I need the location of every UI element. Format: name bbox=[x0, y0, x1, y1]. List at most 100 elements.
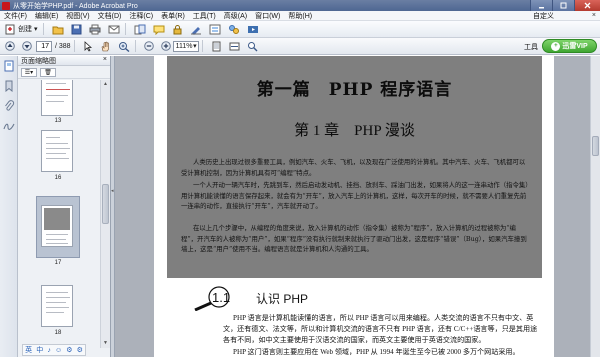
zoom-out-button[interactable] bbox=[142, 40, 156, 53]
forms-button[interactable] bbox=[207, 23, 223, 36]
page-thumbnails-tab[interactable] bbox=[2, 59, 16, 73]
fit-page-button[interactable] bbox=[209, 40, 224, 53]
customize-dropdown[interactable]: 自定义 bbox=[533, 11, 554, 21]
sign-button[interactable] bbox=[188, 23, 204, 36]
multimedia-button[interactable] bbox=[245, 23, 261, 36]
close-document-button[interactable]: × bbox=[592, 12, 596, 19]
menu-view[interactable]: 视图(V) bbox=[62, 11, 93, 21]
thumbnail-page-selected[interactable] bbox=[41, 205, 73, 247]
toolbar-divider bbox=[124, 23, 126, 35]
ime-emoji-icon[interactable]: ☺ bbox=[55, 347, 62, 354]
menu-forms[interactable]: 表单(R) bbox=[157, 11, 189, 21]
delete-page-button[interactable]: 🗑 bbox=[40, 67, 56, 77]
thumbnail-text-line bbox=[46, 297, 70, 298]
arrow-down-circle-icon bbox=[22, 41, 32, 51]
secure-button[interactable] bbox=[170, 23, 185, 36]
thumbnail-text-line bbox=[46, 153, 66, 154]
email-button[interactable] bbox=[106, 23, 122, 36]
ime-english-toggle[interactable]: 英 bbox=[25, 345, 32, 355]
comment-button[interactable] bbox=[151, 23, 167, 36]
minimize-button[interactable] bbox=[530, 0, 552, 11]
thumbnail-text-line bbox=[46, 292, 68, 293]
thumbnail-text-line bbox=[46, 89, 70, 90]
toolbar-divider bbox=[73, 40, 75, 52]
zoom-out-icon bbox=[143, 41, 154, 51]
ime-voice-icon[interactable]: ♪ bbox=[47, 347, 51, 354]
next-page-button[interactable] bbox=[20, 40, 34, 53]
fit-width-button[interactable] bbox=[227, 40, 242, 53]
close-window-button[interactable] bbox=[574, 0, 600, 11]
thumbnail-text-line bbox=[46, 83, 66, 84]
toolbar-divider bbox=[134, 40, 136, 52]
menu-edit[interactable]: 编辑(E) bbox=[31, 11, 62, 21]
options-dropdown[interactable]: ☰▾ bbox=[21, 67, 37, 77]
tools-pane-button[interactable]: 工具 bbox=[524, 42, 538, 52]
zoom-in-button[interactable] bbox=[159, 40, 173, 53]
toolbar-divider bbox=[201, 40, 203, 52]
scrollbar-thumb[interactable] bbox=[592, 136, 599, 156]
marquee-zoom-button[interactable] bbox=[116, 40, 132, 53]
thumbnail-text-line bbox=[46, 101, 64, 102]
menu-tools[interactable]: 工具(T) bbox=[189, 11, 220, 21]
maximize-button[interactable] bbox=[552, 0, 574, 11]
sign-pen-icon bbox=[190, 26, 201, 35]
menu-advanced[interactable]: 高级(A) bbox=[220, 11, 251, 21]
zoom-value: 111% bbox=[175, 42, 193, 50]
thumbnail-page[interactable] bbox=[41, 130, 73, 172]
scroll-up-icon[interactable]: ▲ bbox=[102, 81, 109, 88]
thumbnail-scan-image bbox=[44, 208, 70, 230]
menu-help[interactable]: 帮助(H) bbox=[284, 11, 316, 21]
attachments-tab[interactable] bbox=[2, 99, 16, 113]
thumbnail-scrollbar[interactable]: ▲ ▼ bbox=[100, 80, 110, 348]
scan-paragraph: 一个人开动一辆汽车时，先跳到车，然后启动发动机、挂挡、放刹车、踩油门出发，如果将… bbox=[181, 181, 529, 211]
trash-icon: 🗑 bbox=[44, 69, 52, 76]
ime-settings-icon[interactable]: ⚙ bbox=[66, 346, 72, 354]
panel-splitter[interactable]: ◂ bbox=[111, 56, 115, 357]
find-button[interactable] bbox=[245, 40, 260, 53]
open-button[interactable] bbox=[50, 23, 66, 36]
thumbnail-label: 18 bbox=[54, 330, 62, 336]
marquee-zoom-icon bbox=[118, 41, 130, 52]
signature-icon bbox=[3, 123, 15, 130]
ime-toolbar: 英 中 ♪ ☺ ⚙ ⚙ bbox=[22, 344, 86, 356]
create-button[interactable]: 创建 ▾ bbox=[3, 23, 40, 36]
combine-button[interactable] bbox=[132, 23, 148, 36]
scrollbar-thumb[interactable] bbox=[102, 184, 109, 224]
xunlei-vip-button[interactable]: + 迅雷VIP bbox=[542, 39, 597, 53]
menu-window[interactable]: 窗口(W) bbox=[251, 11, 284, 21]
create-icon bbox=[5, 24, 15, 34]
window-title: 从零开始学PHP.pdf - Adobe Acrobat Pro bbox=[13, 2, 138, 10]
print-button[interactable] bbox=[87, 23, 103, 36]
thumbnail-label: 17 bbox=[54, 260, 62, 266]
zoom-level-dropdown[interactable]: 111% ▾ bbox=[172, 40, 199, 52]
save-button[interactable] bbox=[69, 23, 84, 36]
bookmarks-tab[interactable] bbox=[2, 79, 16, 93]
zoom-in-icon bbox=[160, 41, 171, 51]
signatures-tab[interactable] bbox=[2, 119, 16, 133]
close-icon bbox=[584, 2, 591, 9]
previous-page-button[interactable] bbox=[3, 40, 17, 53]
thumbnail-page[interactable] bbox=[41, 285, 73, 327]
menu-file[interactable]: 文件(F) bbox=[0, 11, 31, 21]
vip-plus-icon: + bbox=[551, 41, 561, 51]
hand-tool-button[interactable] bbox=[98, 40, 113, 53]
panel-header: 页面缩略图 × bbox=[18, 56, 110, 66]
select-tool-button[interactable] bbox=[81, 40, 95, 53]
document-viewport[interactable]: 第一篇 PHP 程序语言 第 1 章 PHP 漫谈 人类历史上出现过很多重要工具… bbox=[111, 56, 600, 357]
menu-document[interactable]: 文档(D) bbox=[94, 11, 126, 21]
collapse-arrow-icon[interactable]: ◂ bbox=[111, 188, 115, 198]
pdf-page: 第一篇 PHP 程序语言 第 1 章 PHP 漫谈 人类历史上出现过很多重要工具… bbox=[154, 56, 554, 357]
thumbnail-text-line bbox=[46, 307, 69, 308]
menu-comments[interactable]: 注释(C) bbox=[125, 11, 157, 21]
thumbnail-page[interactable] bbox=[41, 80, 73, 116]
ime-chinese-toggle[interactable]: 中 bbox=[36, 345, 43, 355]
thumbnail-label: 13 bbox=[54, 118, 62, 124]
review-button[interactable] bbox=[226, 23, 242, 36]
scroll-down-icon[interactable]: ▼ bbox=[102, 340, 109, 347]
chevron-down-icon: ▾ bbox=[34, 26, 38, 33]
document-scrollbar[interactable] bbox=[590, 56, 600, 357]
ime-skin-icon[interactable]: ⚙ bbox=[77, 346, 83, 354]
close-panel-button[interactable]: × bbox=[103, 56, 107, 63]
thumbnail-list: 13 16 17 18 bbox=[18, 80, 100, 348]
page-number-input[interactable] bbox=[36, 40, 52, 52]
